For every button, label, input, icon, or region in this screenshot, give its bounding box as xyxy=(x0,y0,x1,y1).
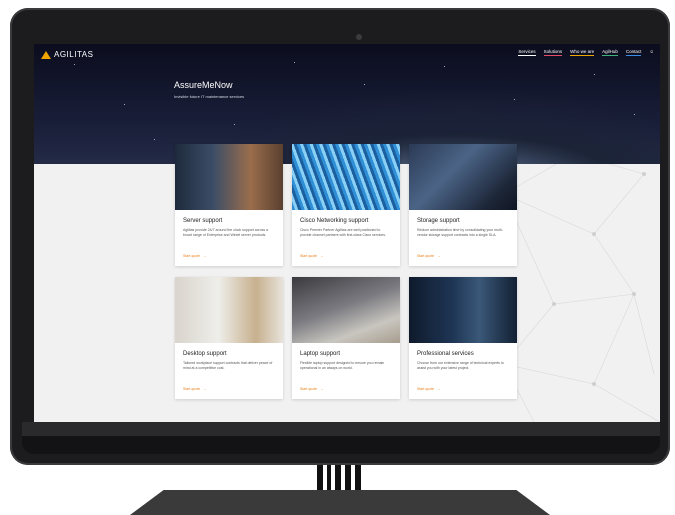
arrow-right-icon: → xyxy=(203,254,207,258)
card-title: Desktop support xyxy=(183,351,227,357)
start-quote-link[interactable]: Start quote → xyxy=(417,387,441,391)
monitor-stand-base xyxy=(130,490,550,515)
storage-drive-image xyxy=(409,144,517,210)
laptop-image xyxy=(292,277,400,343)
nav-solutions[interactable]: Solutions xyxy=(543,49,563,56)
card-description: Choose from our extensive range of techn… xyxy=(417,361,504,370)
start-quote-link[interactable]: Start quote → xyxy=(183,254,207,258)
start-quote-link[interactable]: Start quote → xyxy=(183,387,207,391)
nav-who-we-are[interactable]: Who we are xyxy=(570,49,595,56)
card-cisco-networking[interactable]: Cisco Networking support Cisco Premier P… xyxy=(292,144,400,266)
nav-services[interactable]: Services xyxy=(518,49,536,56)
nav-agilhub[interactable]: AgilHub xyxy=(602,49,618,56)
logo-text: AGILITAS xyxy=(54,50,94,59)
card-description: Cisco Premier Partner Agilitas are well … xyxy=(300,228,386,237)
card-description: Agilitas provide 24/7 around the clock s… xyxy=(183,228,269,237)
nav-contact[interactable]: Contact xyxy=(625,49,642,56)
start-quote-link[interactable]: Start quote → xyxy=(417,254,441,258)
camera-icon xyxy=(356,34,362,40)
website-screen: AGILITAS Services Solutions Who we are A… xyxy=(34,44,660,422)
card-server-support[interactable]: Server support Agilitas provide 24/7 aro… xyxy=(175,144,283,266)
card-description: Reduce administration time by consolidat… xyxy=(417,228,503,237)
card-description: Tailored workplace support contracts tha… xyxy=(183,361,273,370)
arrow-right-icon: → xyxy=(437,254,441,258)
card-title: Server support xyxy=(183,218,223,224)
start-quote-link[interactable]: Start quote → xyxy=(300,254,324,258)
arrow-right-icon: → xyxy=(203,387,207,391)
card-title: Laptop support xyxy=(300,351,341,357)
arrow-right-icon: → xyxy=(320,254,324,258)
arrow-right-icon: → xyxy=(320,387,324,391)
card-title: Storage support xyxy=(417,218,460,224)
network-cables-image xyxy=(292,144,400,210)
start-quote-link[interactable]: Start quote → xyxy=(300,387,324,391)
card-title: Professional services xyxy=(417,351,474,357)
server-room-image xyxy=(175,144,283,210)
hero-title: AssureMeNow xyxy=(174,80,233,90)
monitor-bezel-bottom xyxy=(22,436,660,454)
card-professional-services[interactable]: Professional services Choose from our ex… xyxy=(409,277,517,399)
card-storage-support[interactable]: Storage support Reduce administration ti… xyxy=(409,144,517,266)
office-desktop-image xyxy=(175,277,283,343)
arrow-right-icon: → xyxy=(437,387,441,391)
hero-subtitle: Invisible future IT maintenance services xyxy=(174,94,245,99)
main-nav: Services Solutions Who we are AgilHub Co… xyxy=(518,49,654,56)
user-icon[interactable]: ☺ xyxy=(649,49,654,56)
card-description: Flexible laptop support designed to ensu… xyxy=(300,361,385,370)
logo-triangle-icon xyxy=(41,50,51,59)
data-centre-people-image xyxy=(409,277,517,343)
agilitas-logo[interactable]: AGILITAS xyxy=(41,50,93,59)
card-desktop-support[interactable]: Desktop support Tailored workplace suppo… xyxy=(175,277,283,399)
card-laptop-support[interactable]: Laptop support Flexible laptop support d… xyxy=(292,277,400,399)
monitor-chin xyxy=(22,422,660,436)
card-title: Cisco Networking support xyxy=(300,218,369,224)
